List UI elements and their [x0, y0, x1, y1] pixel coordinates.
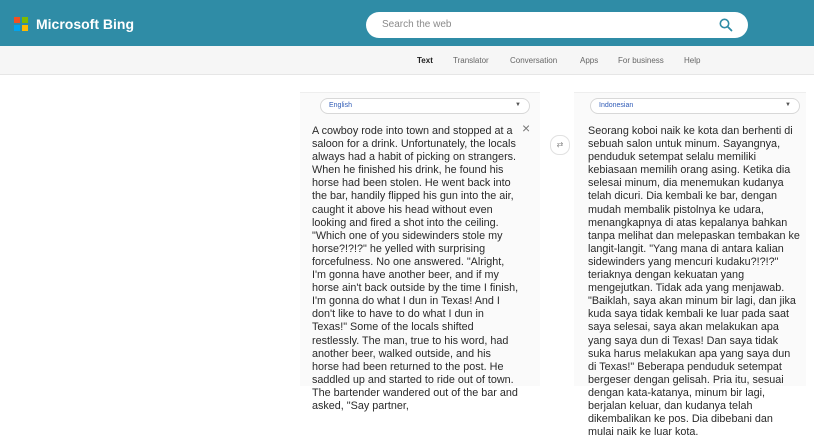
source-text-input[interactable]: A cowboy rode into town and stopped at a… [312, 125, 520, 413]
search-placeholder: Search the web [382, 19, 452, 30]
tab-for-business[interactable]: For business [618, 56, 664, 65]
top-bar: Microsoft Bing Search the web [0, 0, 814, 46]
source-language-select[interactable]: English ▼ [320, 98, 530, 114]
microsoft-logo-icon [14, 17, 28, 31]
close-icon[interactable]: × [522, 121, 530, 135]
target-language-select[interactable]: Indonesian ▼ [590, 98, 800, 114]
tab-apps[interactable]: Apps [580, 56, 598, 65]
tab-conversation[interactable]: Conversation [510, 56, 557, 65]
chevron-down-icon: ▼ [785, 102, 791, 108]
tab-translator[interactable]: Translator [453, 56, 489, 65]
swap-icon[interactable]: ⇄ [550, 135, 570, 155]
tab-navigation: Text Translator Conversation Apps For bu… [0, 46, 814, 75]
tab-text[interactable]: Text [417, 56, 433, 65]
source-language-label: English [329, 102, 352, 109]
search-icon[interactable] [718, 17, 734, 33]
chevron-down-icon: ▼ [515, 102, 521, 108]
target-language-label: Indonesian [599, 102, 634, 109]
brand-name: Microsoft Bing [36, 16, 134, 32]
translated-text: Seorang koboi naik ke kota dan berhenti … [588, 125, 800, 439]
bing-logo[interactable]: Microsoft Bing [14, 16, 134, 32]
tab-help[interactable]: Help [684, 56, 700, 65]
search-box[interactable]: Search the web [366, 12, 748, 38]
